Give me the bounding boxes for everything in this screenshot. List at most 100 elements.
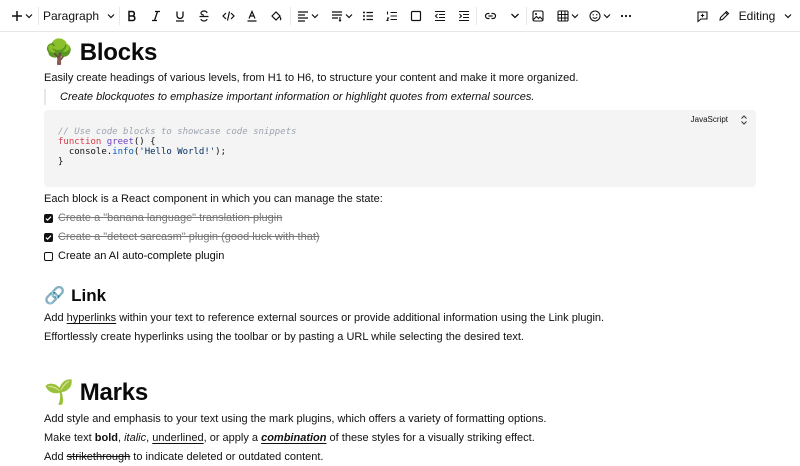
toolbar-divider: [290, 7, 291, 25]
toolbar-divider: [526, 7, 527, 25]
bulleted-list-icon: [363, 11, 373, 21]
chevron-down-icon: [511, 13, 519, 19]
link-emoji: 🔗: [44, 286, 66, 305]
heading-marks-text: Marks: [79, 378, 149, 406]
tree-emoji: 🌳: [44, 39, 74, 66]
align-select[interactable]: [296, 4, 320, 28]
numbered-list-icon: [386, 11, 397, 22]
italic-text: italic: [124, 432, 147, 444]
hyperlink[interactable]: hyperlinks: [67, 312, 117, 324]
checkbox-list-icon: [410, 10, 422, 22]
paragraph-strikethrough[interactable]: Add strikethrough to indicate deleted or…: [44, 450, 324, 464]
bold-text: bold: [94, 432, 118, 444]
insert-button[interactable]: [10, 4, 34, 28]
heading-blocks-text: Blocks: [79, 38, 158, 66]
checkbox-list-button[interactable]: [408, 4, 424, 28]
code-icon: [221, 11, 235, 21]
indent-icon: [459, 10, 469, 22]
todo-item[interactable]: Create an AI auto-complete plugin: [44, 250, 224, 262]
checkbox-unchecked[interactable]: [44, 251, 53, 261]
chevron-down-icon: [311, 14, 319, 19]
comment-icon: [696, 10, 708, 23]
heading-link[interactable]: 🔗 Link: [44, 286, 106, 306]
comment-button[interactable]: [694, 4, 710, 28]
blockquote[interactable]: Create blockquotes to emphasize importan…: [44, 89, 534, 105]
bold-icon: [128, 10, 136, 22]
paragraph-react[interactable]: Each block is a React component in which…: [44, 192, 383, 206]
font-color-button[interactable]: [244, 4, 260, 28]
chevron-down-icon: [603, 14, 611, 19]
more-icon: [620, 14, 632, 18]
check-icon: [45, 215, 52, 221]
chevron-down-icon: [345, 14, 353, 19]
bold-button[interactable]: [124, 4, 140, 28]
line-height-select[interactable]: [330, 4, 354, 28]
underline-button[interactable]: [172, 4, 188, 28]
checkbox-checked[interactable]: [44, 213, 53, 223]
code-language-label: JavaScript: [690, 115, 728, 124]
highlight-button[interactable]: [268, 4, 284, 28]
code-line-4: }: [58, 157, 64, 167]
check-icon: [45, 234, 52, 240]
chevron-down-icon: [571, 14, 579, 19]
todo-label: Create a "detect sarcasm" plugin (good l…: [58, 231, 320, 243]
line-height-icon: [332, 11, 342, 22]
todo-label: Create a "banana language" translation p…: [58, 212, 283, 224]
emoji-select[interactable]: [588, 4, 612, 28]
block-type-select[interactable]: Paragraph: [43, 4, 115, 28]
editing-mode-label: Editing: [738, 9, 776, 23]
outdent-icon: [434, 10, 445, 22]
toolbar-divider: [119, 7, 120, 25]
code-button[interactable]: [220, 4, 236, 28]
code-lines: // Use code blocks to showcase code snip…: [58, 127, 296, 167]
link-icon: [484, 12, 496, 20]
toolbar-divider: [38, 7, 39, 25]
code-block[interactable]: JavaScript // Use code blocks to showcas…: [44, 110, 756, 187]
font-color-icon: [247, 10, 257, 22]
paragraph-headings[interactable]: Easily create headings of various levels…: [44, 71, 578, 85]
editing-mode-select[interactable]: Editing: [718, 4, 792, 28]
underline-icon: [176, 11, 184, 22]
italic-icon: [152, 10, 160, 22]
chevron-down-icon: [784, 14, 792, 19]
table-select[interactable]: [556, 4, 580, 28]
image-icon: [532, 10, 544, 22]
chevron-down-icon: [107, 14, 115, 19]
emoji-icon: [589, 10, 601, 22]
heading-blocks[interactable]: 🌳 Blocks: [44, 38, 157, 67]
paragraph-marks-styles[interactable]: Make text bold, italic, underlined, or a…: [44, 431, 535, 445]
block-type-label: Paragraph: [43, 9, 100, 23]
checkbox-checked[interactable]: [44, 232, 53, 242]
heading-link-text: Link: [71, 286, 107, 305]
language-select-icon[interactable]: [740, 114, 748, 126]
image-button[interactable]: [530, 4, 546, 28]
paragraph-marks-intro[interactable]: Add style and emphasis to your text usin…: [44, 412, 546, 426]
paragraph-hyperlinks[interactable]: Add hyperlinks within your text to refer…: [44, 311, 604, 325]
more-insert-dropdown[interactable]: [508, 4, 522, 28]
plus-icon: [12, 11, 22, 21]
toolbar-divider: [476, 7, 477, 25]
pencil-icon: [719, 10, 730, 21]
paragraph-create-links[interactable]: Effortlessly create hyperlinks using the…: [44, 330, 524, 344]
link-button[interactable]: [482, 4, 498, 28]
bulleted-list-button[interactable]: [360, 4, 376, 28]
todo-label: Create an AI auto-complete plugin: [58, 250, 225, 262]
seedling-emoji: 🌱: [44, 379, 74, 406]
italic-button[interactable]: [148, 4, 164, 28]
heading-marks[interactable]: 🌱 Marks: [44, 378, 148, 407]
chevron-down-icon: [25, 14, 33, 19]
todo-item[interactable]: Create a "detect sarcasm" plugin (good l…: [44, 231, 320, 243]
strikethrough-button[interactable]: [196, 4, 212, 28]
indent-button[interactable]: [456, 4, 472, 28]
numbered-list-button[interactable]: [384, 4, 400, 28]
more-button[interactable]: [618, 4, 634, 28]
strikethrough-icon: [199, 10, 209, 22]
code-line-3: console.info('Hello World!');: [58, 147, 226, 157]
todo-item[interactable]: Create a "banana language" translation p…: [44, 212, 282, 224]
scrollbar-track[interactable]: [796, 0, 800, 466]
strikethrough-text: strikethrough: [66, 451, 131, 463]
underlined-text: underlined: [152, 432, 204, 444]
outdent-button[interactable]: [432, 4, 448, 28]
code-line-2: function greet() {: [58, 137, 156, 147]
highlight-icon: [270, 11, 281, 21]
